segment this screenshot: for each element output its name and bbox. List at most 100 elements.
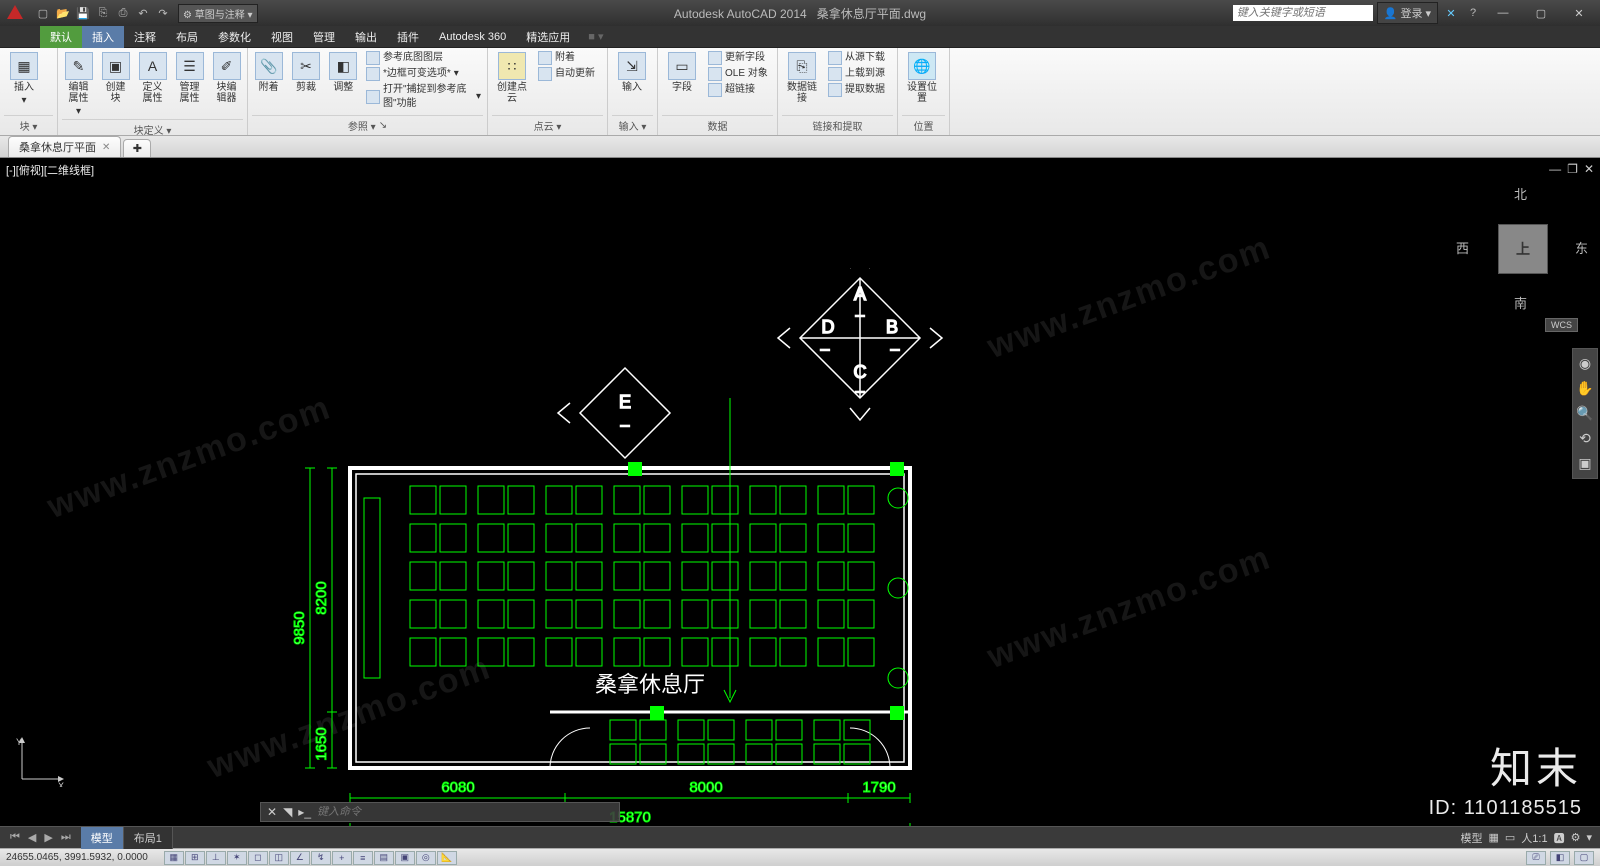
signin-button[interactable]: 👤登录▾ — [1377, 2, 1438, 24]
toggle-grid[interactable]: ⊞ — [185, 851, 205, 865]
nav-pan-icon[interactable]: ✋ — [1576, 380, 1593, 397]
tab-layout[interactable]: 布局 — [166, 26, 208, 48]
nav-showmotion-icon[interactable]: ▣ — [1578, 455, 1591, 472]
panel-title-linking[interactable]: 链接和提取 — [782, 115, 893, 135]
nav-zoom-icon[interactable]: 🔍 — [1576, 405, 1593, 422]
vp-minimize-icon[interactable]: — — [1549, 162, 1561, 176]
toggle-sc[interactable]: ◎ — [416, 851, 436, 865]
status-grid-icon[interactable]: ▦ — [1488, 831, 1498, 844]
tab-parametric[interactable]: 参数化 — [208, 26, 261, 48]
clip-button[interactable]: ✂剪裁 — [289, 50, 322, 95]
layout-tab-layout1[interactable]: 布局1 — [124, 827, 173, 849]
toggle-iso[interactable]: ◧ — [1550, 851, 1570, 865]
tab-a360[interactable]: Autodesk 360 — [429, 28, 516, 46]
vp-close-icon[interactable]: ✕ — [1584, 162, 1594, 176]
nav-orbit-icon[interactable]: ⟲ — [1579, 430, 1591, 447]
undo-icon[interactable]: ↶ — [134, 4, 152, 22]
ucs-icon[interactable]: YX — [14, 737, 64, 790]
help-icon[interactable]: ? — [1464, 4, 1482, 22]
panel-title-pointcloud[interactable]: 点云 ▾ — [492, 115, 603, 135]
panel-title-block[interactable]: 块 ▾ — [4, 115, 53, 135]
viewcube[interactable]: 北 南 西 东 上 — [1462, 188, 1582, 308]
toggle-snap[interactable]: ▦ — [164, 851, 184, 865]
toggle-clean[interactable]: ▢ — [1574, 851, 1594, 865]
tab-insert[interactable]: 插入 — [82, 26, 124, 48]
set-location-button[interactable]: 🌐设置位置 — [902, 50, 942, 106]
saveas-icon[interactable]: ⎘ — [94, 4, 112, 22]
viewport-label[interactable]: [-][俯视][二维线框] — [6, 162, 94, 178]
plot-icon[interactable]: ⎙ — [114, 4, 132, 22]
extract-data-button[interactable]: 提取数据 — [826, 82, 887, 98]
toggle-osnap[interactable]: ◻ — [248, 851, 268, 865]
panel-title-data[interactable]: 数据 — [662, 115, 773, 135]
toggle-lwt[interactable]: ≡ — [353, 851, 373, 865]
toggle-tpy[interactable]: ▤ — [374, 851, 394, 865]
define-attr-button[interactable]: A定义属性 — [136, 50, 169, 106]
hyperlink-button[interactable]: 超链接 — [706, 82, 770, 98]
cmd-close-icon[interactable]: ✕ — [267, 805, 277, 819]
frames-vary-button[interactable]: *边框可变选项* ▾ — [364, 66, 483, 82]
toggle-polar[interactable]: ✶ — [227, 851, 247, 865]
viewcube-face[interactable]: 上 — [1498, 224, 1548, 274]
wcs-label[interactable]: WCS — [1545, 318, 1578, 332]
new-icon[interactable]: ▢ — [34, 4, 52, 22]
pc-autoupdate-button[interactable]: 自动更新 — [536, 66, 597, 82]
datalink-button[interactable]: ⎘数据链接 — [782, 50, 822, 106]
snap-underlay-button[interactable]: 打开"捕捉到参考底图"功能 ▾ — [364, 82, 483, 112]
new-tab-button[interactable]: ✚ — [123, 139, 151, 157]
toggle-ducs[interactable]: ↯ — [311, 851, 331, 865]
panel-title-location[interactable]: 位置 — [902, 115, 945, 135]
viewcube-e[interactable]: 东 — [1575, 238, 1588, 257]
status-model-button[interactable]: 模型 — [1460, 830, 1482, 846]
open-icon[interactable]: 📂 — [54, 4, 72, 22]
panel-title-reference[interactable]: 参照 ▾ ↘ — [252, 115, 483, 135]
toggle-3dosnap[interactable]: ◫ — [269, 851, 289, 865]
help-search-input[interactable] — [1233, 5, 1373, 21]
pc-attach-button[interactable]: 附着 — [536, 50, 597, 66]
tab-output[interactable]: 输出 — [345, 26, 387, 48]
maximize-button[interactable]: ▢ — [1524, 3, 1558, 23]
save-icon[interactable]: 💾 — [74, 4, 92, 22]
minimize-button[interactable]: — — [1486, 3, 1520, 23]
panel-title-import[interactable]: 输入 ▾ — [612, 115, 653, 135]
status-scale[interactable]: 人1:1 — [1521, 830, 1547, 846]
field-button[interactable]: ▭字段 — [662, 50, 702, 95]
exchange-icon[interactable]: ✕ — [1442, 4, 1460, 22]
import-button[interactable]: ⇲输入 — [612, 50, 652, 95]
command-input[interactable] — [317, 806, 577, 818]
tab-manage[interactable]: 管理 — [303, 26, 345, 48]
viewcube-n[interactable]: 北 — [1514, 184, 1527, 203]
status-viewport-icon[interactable]: ▭ — [1505, 831, 1515, 844]
toggle-qp[interactable]: ▣ — [395, 851, 415, 865]
download-src-button[interactable]: 从源下载 — [826, 50, 887, 66]
redo-icon[interactable]: ↷ — [154, 4, 172, 22]
toggle-ortho[interactable]: ⊥ — [206, 851, 226, 865]
ole-button[interactable]: OLE 对象 — [706, 66, 770, 82]
workspace-selector[interactable]: ⚙ 草图与注释 ▾ — [178, 4, 258, 23]
create-block-button[interactable]: ▣创建块 — [99, 50, 132, 106]
update-field-button[interactable]: 更新字段 — [706, 50, 770, 66]
lt-prev-icon[interactable]: ◀ — [24, 829, 40, 846]
vp-restore-icon[interactable]: ❐ — [1567, 162, 1578, 176]
layout-tab-model[interactable]: 模型 — [81, 827, 124, 849]
cmd-recent-icon[interactable]: ◥ — [283, 805, 292, 819]
toggle-dyn[interactable]: + — [332, 851, 352, 865]
lt-last-icon[interactable]: ⏭ — [57, 829, 75, 846]
lt-first-icon[interactable]: ⏮ — [6, 829, 24, 846]
app-logo-icon[interactable] — [4, 2, 26, 24]
viewcube-w[interactable]: 西 — [1456, 238, 1469, 257]
attach-button[interactable]: 📎附着 — [252, 50, 285, 95]
block-editor-button[interactable]: ✐块编辑器 — [210, 50, 243, 106]
viewcube-s[interactable]: 南 — [1514, 293, 1527, 312]
create-pc-button[interactable]: ∷创建点云 — [492, 50, 532, 106]
status-gear-icon[interactable]: ⚙ — [1571, 831, 1581, 844]
file-tab-active[interactable]: 桑拿休息厅平面✕ — [8, 136, 121, 157]
tab-annotate[interactable]: 注释 — [124, 26, 166, 48]
adjust-button[interactable]: ◧调整 — [327, 50, 360, 95]
edit-attr-button[interactable]: ✎编辑属性▾ — [62, 50, 95, 119]
toggle-hw[interactable]: ⎚ — [1526, 851, 1546, 865]
upload-src-button[interactable]: 上载到源 — [826, 66, 887, 82]
toggle-otrack[interactable]: ∠ — [290, 851, 310, 865]
tab-view[interactable]: 视图 — [261, 26, 303, 48]
close-button[interactable]: ✕ — [1562, 3, 1596, 23]
